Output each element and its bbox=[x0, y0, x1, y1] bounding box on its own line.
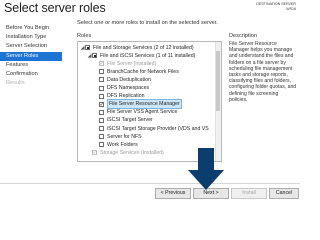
role-checkbox[interactable] bbox=[99, 117, 104, 123]
role-row[interactable]: iSCSI Target Server bbox=[94, 116, 153, 124]
role-checkbox[interactable] bbox=[99, 93, 104, 99]
role-label: File Server VSS Agent Service bbox=[107, 109, 178, 116]
role-label: File Server (Installed) bbox=[107, 60, 157, 67]
role-checkbox bbox=[92, 149, 97, 157]
role-label: iSCSI Target Server bbox=[107, 117, 153, 124]
role-checkbox[interactable] bbox=[99, 109, 104, 115]
destination-server-info: DESTINATION SERVER WS16 bbox=[256, 2, 296, 11]
scrollbar-thumb[interactable] bbox=[216, 51, 220, 111]
role-checkbox[interactable] bbox=[99, 77, 104, 83]
cancel-button[interactable]: Cancel bbox=[269, 188, 299, 199]
nav-item-server-selection[interactable]: Server Selection bbox=[0, 42, 62, 51]
role-label: File and iSCSI Services (1 of 11 install… bbox=[100, 52, 196, 59]
nav-item-confirmation[interactable]: Confirmation bbox=[0, 70, 62, 79]
role-description: File Server Resource Manager helps you m… bbox=[229, 41, 297, 103]
roles-heading: Roles bbox=[77, 33, 92, 39]
nav-item-results: Results bbox=[6, 80, 25, 87]
footer-divider bbox=[0, 183, 300, 184]
role-row[interactable]: ◢ File and iSCSI Services (1 of 11 instal… bbox=[87, 52, 196, 60]
nav-item-before-you-begin[interactable]: Before You Begin bbox=[0, 24, 62, 33]
arrow-down-icon bbox=[188, 148, 224, 190]
role-row[interactable]: Server for NFS bbox=[94, 133, 142, 141]
role-checkbox[interactable] bbox=[99, 126, 104, 131]
role-row[interactable]: ◢ File and Storage Services (2 of 12 inst… bbox=[80, 44, 194, 52]
intro-text: Select one or more roles to install on t… bbox=[77, 20, 218, 26]
nav-item-installation-type[interactable]: Installation Type bbox=[0, 33, 62, 42]
role-label: Data Deduplication bbox=[107, 76, 151, 83]
role-checkbox[interactable] bbox=[99, 85, 104, 91]
role-checkbox[interactable] bbox=[99, 134, 104, 140]
page-title: Select server roles bbox=[4, 1, 106, 15]
role-row[interactable]: File Server VSS Agent Service bbox=[94, 108, 177, 116]
role-label: File and Storage Services (2 of 12 insta… bbox=[93, 44, 194, 51]
destination-server-name: WS16 bbox=[286, 6, 296, 11]
description-heading: Description bbox=[229, 33, 257, 39]
role-checkbox[interactable] bbox=[99, 100, 104, 108]
destination-label: DESTINATION SERVER bbox=[256, 2, 296, 6]
nav-item-features[interactable]: Features bbox=[0, 61, 62, 70]
role-label: iSCSI Target Storage Provider (VDS and V… bbox=[107, 125, 209, 132]
role-label: Storage Services (Installed) bbox=[100, 149, 164, 156]
role-row[interactable]: File Server Resource Manager bbox=[94, 99, 182, 110]
role-label: Server for NFS bbox=[107, 133, 142, 140]
nav-item-server-roles[interactable]: Server Roles bbox=[0, 51, 62, 61]
role-checkbox[interactable] bbox=[99, 142, 104, 148]
roles-scrollbar[interactable] bbox=[215, 42, 221, 161]
role-checkbox bbox=[99, 60, 104, 68]
roles-tree[interactable]: ◢ File and Storage Services (2 of 12 inst… bbox=[77, 41, 222, 162]
role-checkbox[interactable] bbox=[99, 69, 104, 75]
role-row[interactable]: iSCSI Target Storage Provider (VDS and V… bbox=[94, 125, 209, 133]
role-row[interactable]: BranchCache for Network Files bbox=[94, 68, 179, 76]
role-checkbox[interactable] bbox=[92, 53, 97, 59]
wizard-nav: Before You Begin Installation Type Serve… bbox=[0, 24, 62, 88]
role-label: Work Folders bbox=[107, 141, 138, 148]
role-row[interactable]: Storage Services (Installed) bbox=[87, 149, 164, 157]
install-button: Install bbox=[231, 188, 267, 199]
role-checkbox[interactable] bbox=[85, 45, 90, 50]
role-row[interactable]: DFS Namespaces bbox=[94, 84, 149, 92]
role-label: DFS Namespaces bbox=[107, 85, 150, 91]
role-row[interactable]: Work Folders bbox=[94, 141, 138, 149]
role-label: BranchCache for Network Files bbox=[107, 68, 179, 75]
role-row[interactable]: Data Deduplication bbox=[94, 76, 151, 84]
role-row[interactable]: File Server (Installed) bbox=[94, 60, 156, 68]
